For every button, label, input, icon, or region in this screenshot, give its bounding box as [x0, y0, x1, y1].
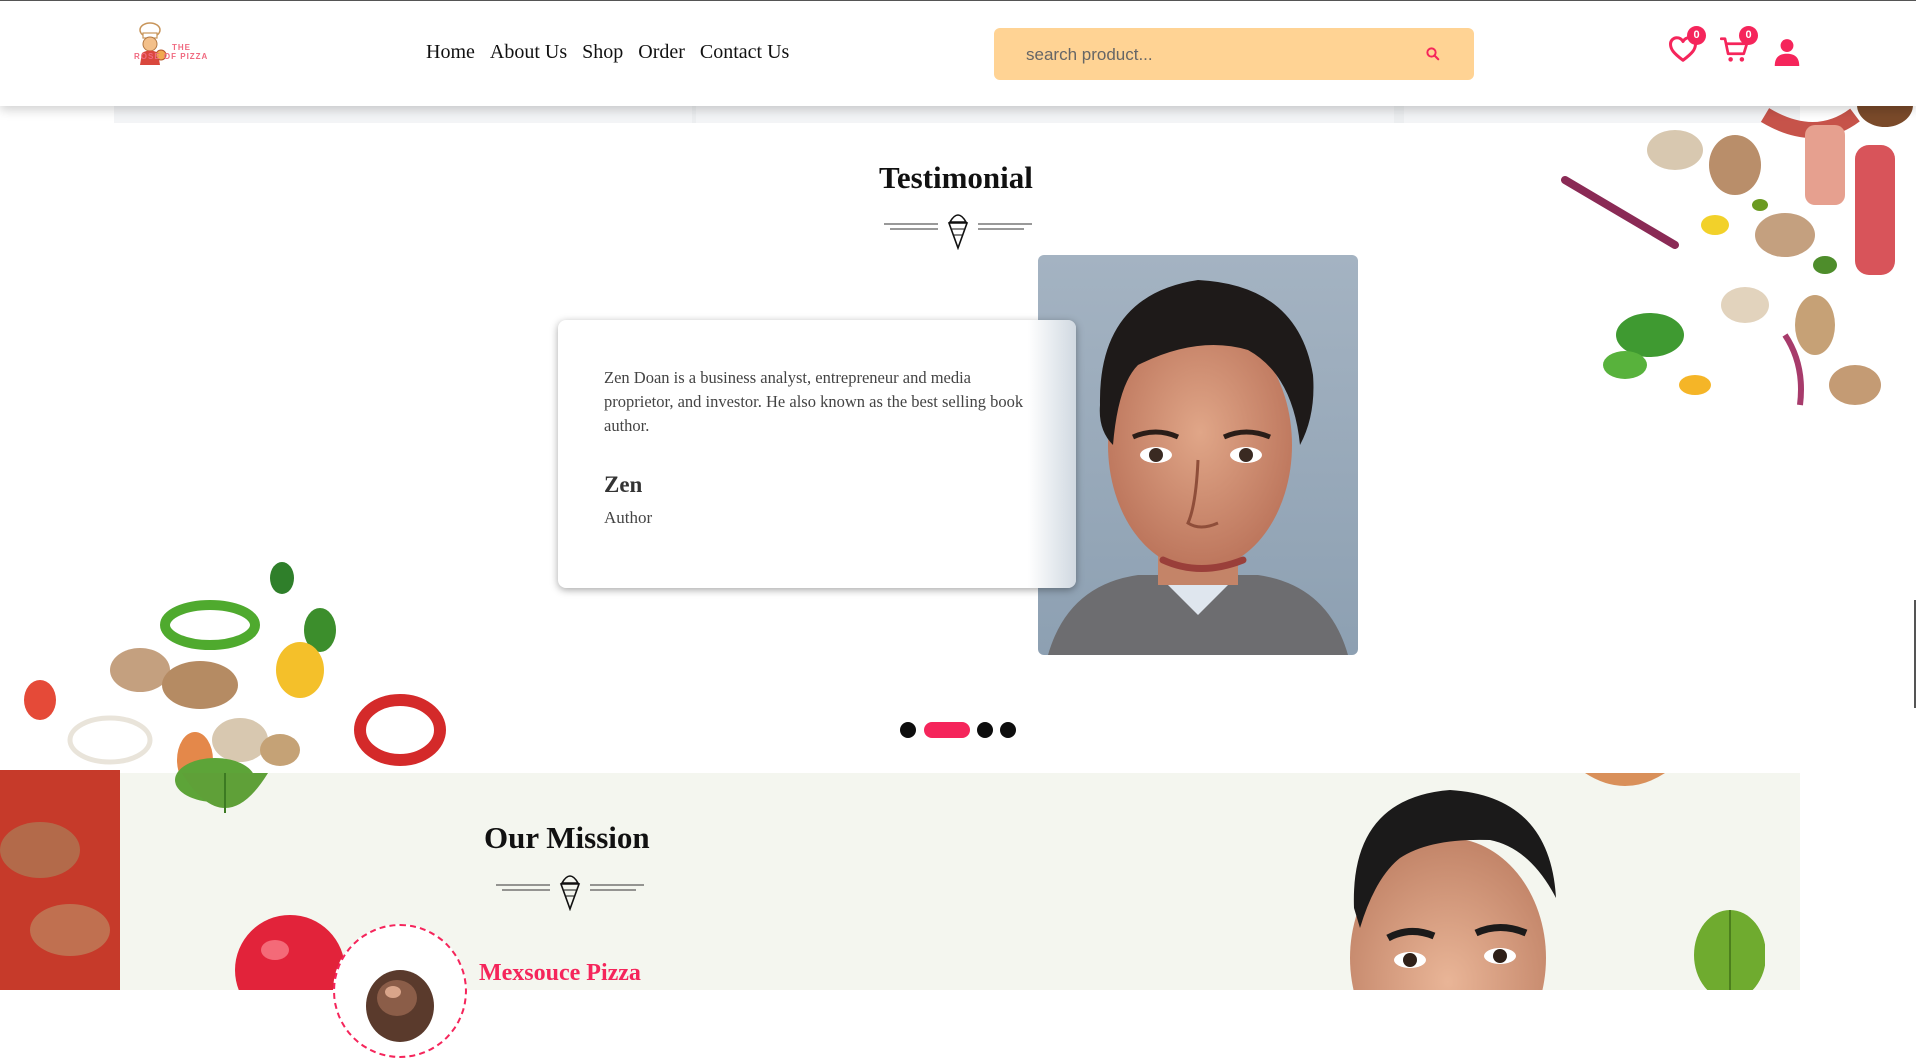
author-photo [1038, 255, 1358, 655]
ice-cream-icon [947, 214, 969, 250]
wishlist-count-badge: 0 [1687, 26, 1706, 45]
basil-leaf-image [182, 773, 268, 813]
testimonial-author-name: Zen [604, 472, 643, 497]
ice-cream-divider [884, 214, 1032, 250]
ingredients-image-top-right [1561, 105, 1913, 406]
ingredients-image-left [0, 562, 446, 990]
slider-dot-3[interactable] [977, 722, 993, 738]
testimonial-author-role: Author [604, 508, 653, 527]
logo[interactable]: THE ROSE OF PIZZA [134, 21, 224, 67]
user-icon [1774, 39, 1800, 66]
cart-count-badge: 0 [1739, 26, 1758, 45]
testimonial-portrait [1038, 255, 1358, 655]
testimonial-card: Zen Doan is a business analyst, entrepre… [558, 320, 1076, 588]
logo-text-top: THE [172, 43, 191, 52]
tomato-image [235, 915, 345, 990]
testimonial-quote: Zen Doan is a business analyst, entrepre… [604, 368, 1024, 435]
pizza-thumbnail[interactable] [333, 924, 467, 1058]
wishlist-button[interactable]: 0 [1668, 26, 1706, 68]
chef-portrait-image [1350, 790, 1556, 990]
nav-about-us[interactable]: About Us [490, 41, 567, 64]
cart-button[interactable]: 0 [1719, 26, 1758, 70]
logo-text-bottom: ROSE OF PIZZA [134, 52, 209, 61]
leaf-image-right [1694, 910, 1765, 990]
nav-contact-us[interactable]: Contact Us [700, 41, 789, 64]
nav-order[interactable]: Order [638, 41, 685, 64]
testimonial-title: Testimonial [879, 160, 1033, 195]
search-bar [994, 28, 1474, 82]
banner-strip [114, 105, 1800, 123]
nav-home[interactable]: Home [426, 41, 475, 64]
slider-dot-2[interactable] [924, 722, 970, 738]
mission-item-name[interactable]: Mexsouce Pizza [479, 960, 641, 987]
slider-dot-1[interactable] [900, 722, 916, 738]
slider-dot-4[interactable] [1000, 722, 1016, 738]
site-header: THE ROSE OF PIZZA Home About Us Shop Ord… [0, 0, 1916, 106]
pizza-image [366, 970, 434, 1042]
search-icon[interactable] [1424, 45, 1442, 63]
mission-title: Our Mission [484, 820, 650, 855]
account-button[interactable] [1773, 38, 1801, 71]
main-nav: Home About Us Shop Order Contact Us [426, 41, 789, 64]
cookie-image [1585, 773, 1665, 786]
nav-shop[interactable]: Shop [582, 41, 623, 64]
ice-cream-divider-mission [496, 875, 644, 911]
ice-cream-icon [559, 875, 581, 911]
search-input[interactable] [1024, 28, 1408, 82]
